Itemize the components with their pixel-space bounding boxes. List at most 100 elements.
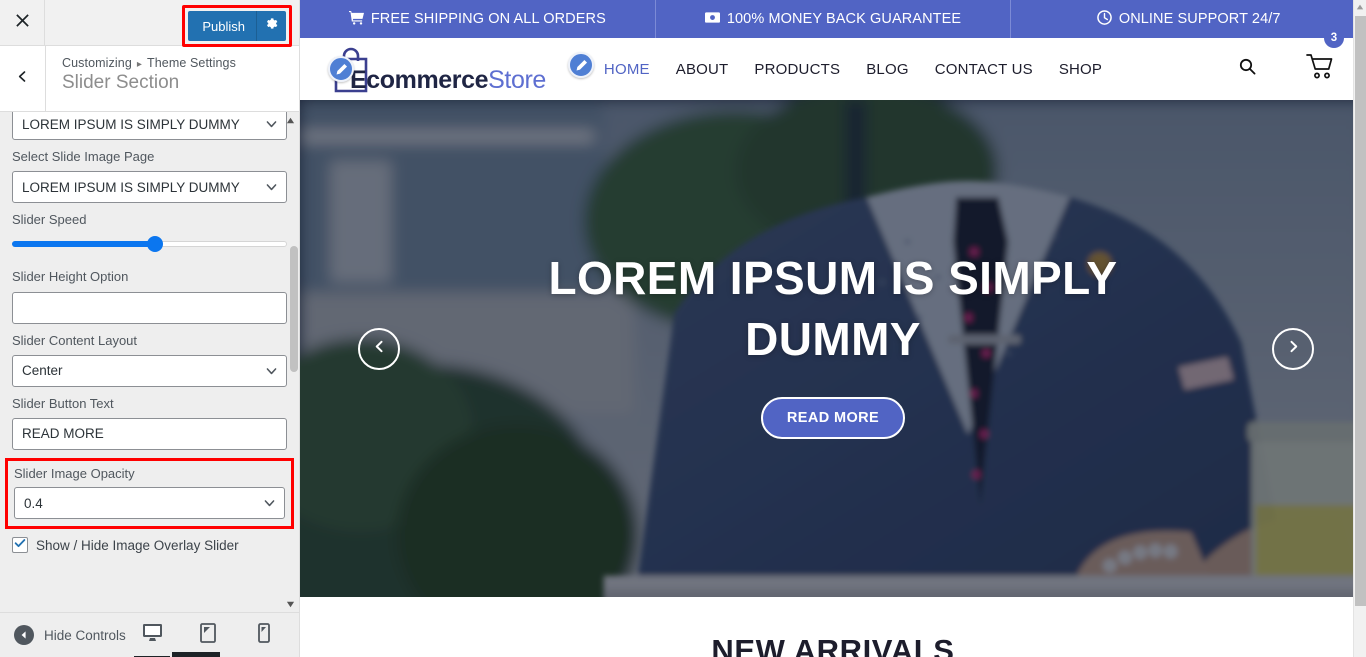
overlay-slider-checkbox[interactable] bbox=[12, 536, 28, 555]
close-customizer-button[interactable] bbox=[0, 0, 45, 45]
clock-icon bbox=[1097, 9, 1112, 29]
hero-content: LOREM IPSUM IS SIMPLY DUMMY READ MORE bbox=[300, 100, 1366, 597]
customizer-topbar: Publish bbox=[0, 0, 299, 47]
publish-settings-button[interactable] bbox=[256, 11, 286, 41]
desktop-icon bbox=[142, 623, 163, 647]
site-logo[interactable]: EcommerceStore bbox=[326, 45, 576, 95]
announcement-text: 100% MONEY BACK GUARANTEE bbox=[726, 11, 962, 27]
money-icon bbox=[704, 10, 720, 29]
sidebar-scrollbar-thumb[interactable] bbox=[290, 246, 298, 372]
control-label: Slider Speed bbox=[12, 212, 87, 228]
announcement-item: FREE SHIPPING ON ALL ORDERS bbox=[300, 0, 655, 38]
scroll-up-arrow[interactable] bbox=[284, 114, 296, 126]
breadcrumb-root[interactable]: Customizing bbox=[62, 56, 132, 70]
select-slide-image-page[interactable]: LOREM IPSUM IS SIMPLY DUMMY bbox=[12, 171, 287, 204]
control-select-slide-page-partial: LOREM IPSUM IS SIMPLY DUMMY bbox=[12, 112, 287, 140]
hero-title: LOREM IPSUM IS SIMPLY DUMMY bbox=[548, 251, 1118, 365]
chevron-left-icon bbox=[16, 70, 29, 88]
mobile-preview-button[interactable] bbox=[253, 622, 275, 648]
slider-prev-button[interactable] bbox=[358, 327, 400, 370]
cart-button[interactable]: 3 bbox=[1306, 27, 1344, 85]
preview-scrollbar[interactable] bbox=[1353, 0, 1366, 657]
customizer-sidebar: Publish Customizing ▸ Theme Settings Slide… bbox=[0, 0, 300, 657]
hero-read-more-button[interactable]: READ MORE bbox=[760, 397, 906, 440]
brand-name-primary: Ecommerce bbox=[350, 65, 489, 94]
chevron-right-icon bbox=[1287, 340, 1300, 358]
breadcrumb-parent[interactable]: Theme Settings bbox=[147, 56, 236, 70]
publish-button[interactable]: Publish bbox=[188, 11, 256, 41]
slider-height-option-input[interactable] bbox=[12, 291, 287, 324]
slider-next-button[interactable] bbox=[1272, 327, 1314, 370]
edit-logo-pencil-icon[interactable] bbox=[328, 56, 354, 82]
nav-item-home[interactable]: HOME bbox=[604, 61, 650, 78]
breadcrumb-separator: ▸ bbox=[136, 59, 142, 70]
control-slider-height-option: Slider Height Option bbox=[12, 268, 287, 324]
nav-item-about[interactable]: ABOUT bbox=[676, 61, 729, 78]
tablet-preview-button[interactable] bbox=[197, 622, 219, 648]
edit-menu-pencil-icon[interactable] bbox=[568, 52, 594, 78]
select-value: Center bbox=[12, 354, 287, 387]
page-title: Slider Section bbox=[62, 72, 180, 93]
announcement-item: 100% MONEY BACK GUARANTEE bbox=[654, 0, 1011, 38]
preview-scrollbar-corner bbox=[1354, 641, 1366, 657]
checkmark-icon bbox=[13, 536, 27, 555]
close-icon bbox=[15, 13, 30, 33]
customizer-controls-scroll: LOREM IPSUM IS SIMPLY DUMMY Select Slide… bbox=[0, 112, 299, 612]
control-label: Slider Height Option bbox=[12, 269, 129, 285]
select-value: LOREM IPSUM IS SIMPLY DUMMY bbox=[12, 171, 287, 204]
control-slider-speed: Slider Speed bbox=[12, 211, 287, 254]
search-icon bbox=[1239, 58, 1256, 80]
control-label: Slider Image Opacity bbox=[14, 465, 135, 481]
control-label: Select Slide Image Page bbox=[12, 149, 155, 164]
hero-slider: LOREM IPSUM IS SIMPLY DUMMY READ MORE bbox=[300, 100, 1366, 597]
range-knob[interactable] bbox=[147, 236, 163, 253]
slider-speed-range[interactable] bbox=[12, 234, 287, 254]
brand-name: EcommerceStore bbox=[350, 66, 546, 95]
chevron-left-icon bbox=[373, 340, 386, 358]
navbar-actions: 3 bbox=[1239, 27, 1344, 85]
site-preview: FREE SHIPPING ON ALL ORDERS 100% MONEY B… bbox=[300, 0, 1366, 657]
customizer-footer: Hide Controls bbox=[0, 612, 299, 657]
announcement-text: ONLINE SUPPORT 24/7 bbox=[1118, 11, 1281, 27]
nav-item-products[interactable]: PRODUCTS bbox=[754, 61, 840, 78]
new-arrivals-section: NEW ARRIVALS bbox=[300, 597, 1366, 657]
nav-item-shop[interactable]: SHOP bbox=[1059, 61, 1102, 78]
announcement-item: ONLINE SUPPORT 24/7 bbox=[1010, 0, 1366, 38]
select-slide-page-partial[interactable]: LOREM IPSUM IS SIMPLY DUMMY bbox=[12, 112, 287, 140]
panel-back-button[interactable] bbox=[0, 46, 46, 111]
mobile-icon bbox=[258, 622, 270, 648]
desktop-active-indicator bbox=[172, 652, 220, 657]
checkbox-label: Show / Hide Image Overlay Slider bbox=[36, 537, 239, 553]
sidebar-scrollbar[interactable] bbox=[286, 112, 298, 612]
shopping-cart-icon bbox=[348, 10, 364, 29]
site-navbar: EcommerceStore HOME ABOUT PRODUCTS BLOG … bbox=[300, 27, 1366, 100]
announcement-text: FREE SHIPPING ON ALL ORDERS bbox=[370, 11, 606, 27]
brand-name-secondary: Store bbox=[488, 65, 546, 94]
hide-controls-button[interactable]: Hide Controls bbox=[14, 625, 126, 645]
control-show-hide-image-overlay-slider[interactable]: Show / Hide Image Overlay Slider bbox=[12, 533, 287, 555]
tablet-icon bbox=[200, 622, 216, 648]
preview-scrollbar-thumb[interactable] bbox=[1355, 16, 1366, 606]
range-fill bbox=[12, 241, 155, 248]
control-slider-button-text: Slider Button Text READ MORE bbox=[12, 395, 287, 450]
nav-item-blog[interactable]: BLOG bbox=[866, 61, 908, 78]
slider-content-layout-select[interactable]: Center bbox=[12, 354, 287, 387]
select-value: LOREM IPSUM IS SIMPLY DUMMY bbox=[12, 112, 287, 140]
publish-highlight-box: Publish bbox=[182, 5, 292, 47]
control-label: Slider Content Layout bbox=[12, 332, 138, 348]
scroll-down-arrow[interactable] bbox=[284, 598, 296, 610]
nav-item-contact-us[interactable]: CONTACT US bbox=[935, 61, 1033, 78]
search-button[interactable] bbox=[1239, 58, 1256, 80]
preview-scroll-up-arrow[interactable] bbox=[1354, 0, 1366, 14]
control-slider-content-layout: Slider Content Layout Center bbox=[12, 332, 287, 387]
announcement-bar: FREE SHIPPING ON ALL ORDERS 100% MONEY B… bbox=[300, 0, 1366, 38]
slider-button-text-input[interactable]: READ MORE bbox=[12, 417, 287, 450]
breadcrumb: Customizing ▸ Theme Settings bbox=[62, 56, 236, 70]
gear-icon bbox=[264, 16, 279, 36]
slider-image-opacity-select[interactable]: 0.4 bbox=[14, 487, 285, 520]
primary-navigation: HOME ABOUT PRODUCTS BLOG CONTACT US SHOP bbox=[604, 61, 1102, 78]
hide-controls-label: Hide Controls bbox=[44, 627, 126, 643]
cart-count-badge: 3 bbox=[1324, 27, 1344, 48]
new-arrivals-heading: NEW ARRIVALS bbox=[711, 633, 955, 657]
desktop-preview-button[interactable] bbox=[141, 622, 163, 648]
